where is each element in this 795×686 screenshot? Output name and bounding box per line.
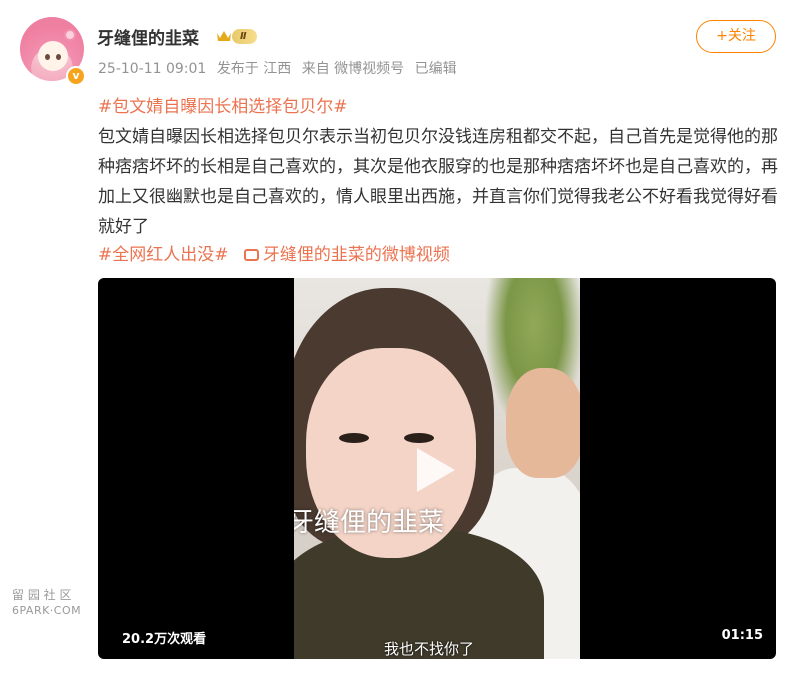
topic-tag[interactable]: #全网红人出没# [98,245,229,265]
man-figure-head [506,368,580,478]
edited-label[interactable]: 已编辑 [415,61,457,77]
verified-icon: v [66,66,86,86]
post-tags: #全网红人出没# 牙缝俚的韭菜的微博视频 [98,240,450,265]
post-meta: 25-10-11 09:01 发布于 江西 来自 微博视频号 已编辑 [98,58,463,78]
post-source[interactable]: 来自 微博视频号 [302,61,404,77]
follow-button[interactable]: +关注 [696,20,776,53]
video-subtitle: 我也不找你了 [384,640,475,658]
post-location: 发布于 江西 [216,61,292,77]
author-name[interactable]: 牙缝俚的韭菜 [97,24,199,49]
crown-icon [217,31,231,41]
video-watermark: 牙缝俚的韭菜 [294,508,445,538]
play-icon[interactable] [417,448,455,492]
post-date[interactable]: 25-10-11 09:01 [98,61,206,77]
video-player[interactable]: 牙缝俚的韭菜 我也不找你了 20.2万次观看 01:15 [98,278,776,659]
topic-link[interactable]: #包文婧自曝因长相选择包贝尔# [98,92,348,117]
video-link-icon [243,249,259,261]
video-duration: 01:15 [721,628,763,643]
post-text: 包文婧自曝因长相选择包贝尔表示当初包贝尔没钱连房租都交不起，自己首先是觉得他的那… [98,127,778,237]
flower-decoration [64,29,76,41]
view-count: 20.2万次观看 [122,632,207,647]
video-link[interactable]: 牙缝俚的韭菜的微博视频 [263,245,450,265]
level-badge[interactable]: Ⅱ [232,29,257,44]
site-watermark: 留 园 社 区 6PARK·COM [12,588,82,617]
weibo-post: v 牙缝俚的韭菜 Ⅱ 25-10-11 09:01 发布于 江西 来自 微博视频… [0,0,795,686]
